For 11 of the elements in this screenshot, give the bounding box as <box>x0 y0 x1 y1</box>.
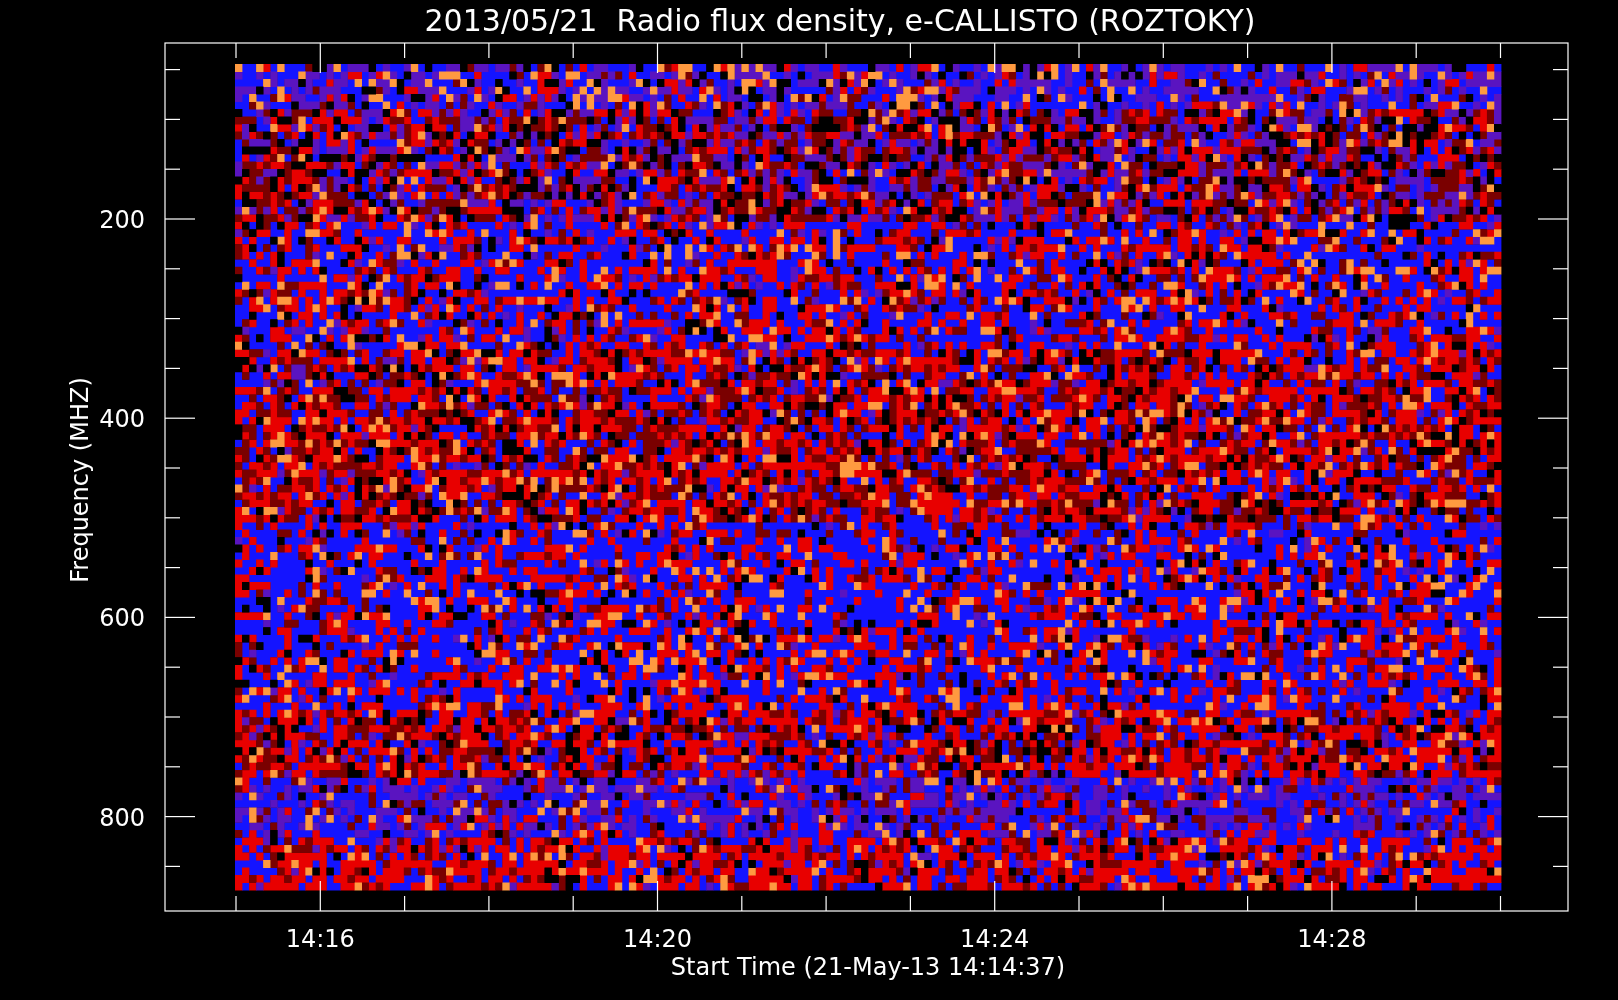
chart-title: 2013/05/21 Radio flux density, e-CALLISTO (ROZTOKY) <box>424 3 1256 38</box>
x-tick-label: 14:24 <box>960 925 1030 953</box>
y-axis-label: Frequency (MHZ) <box>66 377 94 583</box>
y-tick-label: 400 <box>99 405 145 434</box>
x-axis-label: Start Time (21-May-13 14:14:37) <box>670 953 1066 981</box>
y-tick-label: 800 <box>99 803 145 832</box>
y-tick-label: 600 <box>99 604 145 633</box>
y-tick-label: 200 <box>99 206 145 234</box>
x-tick-label: 14:20 <box>622 925 693 953</box>
x-tick-label: 14:28 <box>1297 925 1367 953</box>
x-tick-label: 14:16 <box>285 925 355 953</box>
